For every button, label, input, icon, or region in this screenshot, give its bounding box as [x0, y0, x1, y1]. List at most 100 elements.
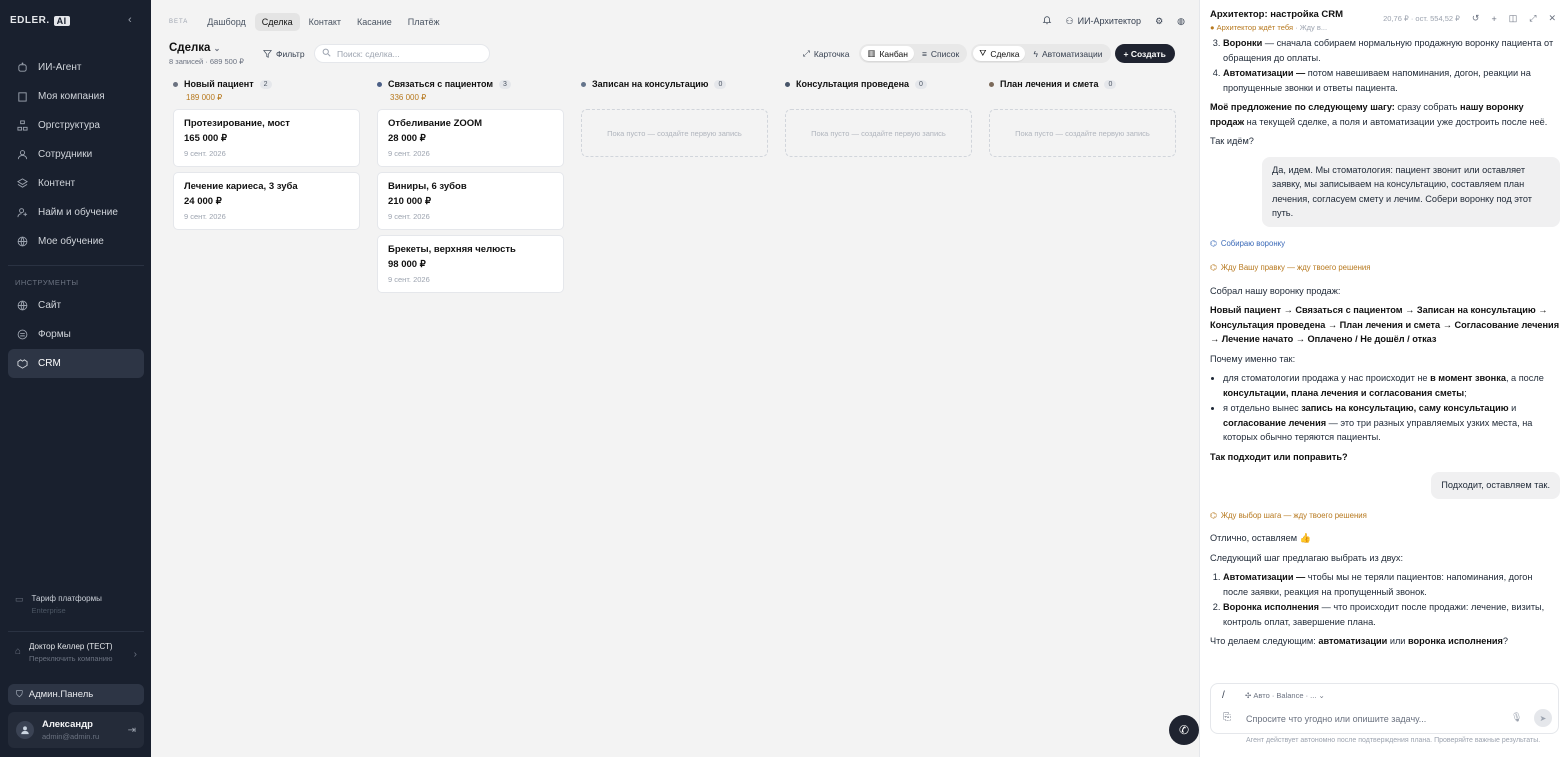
- assistant-message: Моё предложение по следующему шагу: сраз…: [1210, 100, 1560, 129]
- kanban-column: Новый пациент 2 189 000 ₽ Протезирование,…: [173, 78, 360, 293]
- column-header[interactable]: Записан на консультацию 0: [581, 78, 768, 90]
- nav-item-employees[interactable]: Сотрудники: [8, 140, 144, 169]
- split-view-icon[interactable]: ◫: [1509, 13, 1518, 24]
- column-dot: [989, 81, 994, 87]
- attach-icon[interactable]: ⎘: [1223, 712, 1231, 723]
- deal-card[interactable]: Виниры, 6 зубов 210 000 ₽ 9 сент. 2026: [377, 172, 564, 230]
- phone-button[interactable]: ✆: [1169, 715, 1199, 745]
- expand-icon[interactable]: ⤢: [1529, 13, 1536, 24]
- item-text: — сначала собираем нормальную продажную …: [1223, 38, 1554, 63]
- admin-label: Админ.Панель: [28, 689, 94, 700]
- globe-icon: [16, 236, 28, 248]
- column-name: Новый пациент: [184, 79, 254, 89]
- slash-command-button[interactable]: /: [1222, 690, 1225, 701]
- kanban-view-button[interactable]: ▥ Канбан: [861, 46, 914, 61]
- deal-title: Лечение кариеса, 3 зуба: [184, 181, 298, 192]
- chevron-down-icon: ⌄: [1318, 691, 1325, 700]
- deal-title: Брекеты, верхняя челюсть: [388, 244, 516, 255]
- column-dot: [581, 81, 586, 87]
- nav-item-my-learning[interactable]: Мое обучение: [8, 227, 144, 256]
- company-switch-label: Переключить компанию: [29, 654, 113, 663]
- cost-remaining: ост. 554,52 ₽: [1415, 14, 1460, 23]
- column-header[interactable]: Связаться с пациентом 3: [377, 78, 564, 90]
- page-title[interactable]: Сделка ⌄: [169, 42, 244, 54]
- card-view-button[interactable]: ⤢ Карточка: [797, 44, 855, 63]
- palette-icon[interactable]: ◍: [1177, 16, 1185, 27]
- kanban-icon: ▥: [867, 48, 876, 58]
- item-bold: Воронки: [1223, 38, 1263, 48]
- user-profile[interactable]: Александр admin@admin.ru ⇥: [8, 712, 144, 748]
- tab-dashboard[interactable]: Дашборд: [200, 13, 253, 31]
- microphone-icon[interactable]: 🎙: [1511, 712, 1522, 723]
- column-header[interactable]: Консультация проведена 0: [785, 78, 972, 90]
- deal-card[interactable]: Брекеты, верхняя челюсть 98 000 ₽ 9 сент. …: [377, 235, 564, 293]
- tab-deal[interactable]: Сделка: [254, 13, 300, 31]
- chat-input[interactable]: Спросите что угодно или опишите задачу..…: [1246, 714, 1426, 724]
- nav-item-hiring[interactable]: Найм и обучение: [8, 198, 144, 227]
- nav-item-ai-agent[interactable]: ИИ-Агент: [8, 53, 144, 82]
- wait-icon: ⌬: [1210, 510, 1217, 520]
- collapse-sidebar-icon[interactable]: ‹: [128, 14, 132, 26]
- logo[interactable]: EDLER. AI: [10, 15, 70, 26]
- globe-icon: [16, 300, 28, 312]
- crm-icon: [16, 358, 28, 370]
- b: Воронка исполнения: [1223, 602, 1320, 612]
- plus-icon[interactable]: +: [1491, 14, 1496, 24]
- nav-item-site[interactable]: Сайт: [8, 291, 144, 320]
- search-icon: [322, 48, 331, 59]
- user-message: Подходит, оставляем так.: [1431, 472, 1560, 499]
- company-switcher[interactable]: ⌂ Доктор Келлер (ТЕСТ) Переключить компа…: [15, 642, 137, 663]
- model-selector[interactable]: ✣ Авто · Balance · ... ⌄: [1245, 691, 1325, 700]
- nav-item-forms[interactable]: Формы: [8, 320, 144, 349]
- deal-mode-button[interactable]: ⛛ Сделка: [973, 46, 1026, 61]
- empty-column-placeholder[interactable]: Пока пусто — создайте первую запись: [581, 109, 768, 157]
- status-suffix: · Жду в...: [1295, 23, 1328, 32]
- empty-column-placeholder[interactable]: Пока пусто — создайте первую запись: [989, 109, 1176, 157]
- pipeline-text: Новый пациент → Связаться с пациентом → …: [1210, 303, 1560, 347]
- tab-payment[interactable]: Платёж: [401, 13, 447, 31]
- logout-icon[interactable]: ⇥: [128, 725, 136, 736]
- deal-amount: 98 000 ₽: [388, 259, 426, 270]
- assistant-message: Отлично, оставляем 👍: [1210, 533, 1312, 543]
- t: , а после: [1505, 373, 1544, 383]
- nav-item-content[interactable]: Контент: [8, 169, 144, 198]
- column-count: 0: [714, 79, 727, 89]
- search-input[interactable]: Поиск: сделка...: [314, 44, 490, 63]
- history-icon[interactable]: ↺: [1472, 13, 1480, 24]
- list-item: Автоматизации — потом навешиваем напомин…: [1223, 66, 1560, 95]
- send-button[interactable]: ➤: [1534, 709, 1552, 727]
- column-header[interactable]: Новый пациент 2: [173, 78, 360, 90]
- empty-column-placeholder[interactable]: Пока пусто — создайте первую запись: [785, 109, 972, 157]
- deal-date: 9 сент. 2026: [388, 212, 430, 221]
- plan-value: Enterprise: [31, 606, 66, 615]
- column-header[interactable]: План лечения и смета 0: [989, 78, 1176, 90]
- list-view-button[interactable]: ≡ Список: [916, 46, 965, 61]
- deal-card[interactable]: Протезирование, мост 165 000 ₽ 9 сент. 202…: [173, 109, 360, 167]
- page-title-text: Сделка: [169, 42, 211, 54]
- deal-card[interactable]: Лечение кариеса, 3 зуба 24 000 ₽ 9 сент. 2…: [173, 172, 360, 230]
- ai-architect-button[interactable]: ⚇ ИИ-Архитектор: [1066, 16, 1142, 27]
- filter-button[interactable]: Фильтр: [259, 46, 309, 62]
- gear-icon[interactable]: ⚙: [1155, 16, 1163, 27]
- deal-date: 9 сент. 2026: [184, 212, 226, 221]
- list-icon: ≡: [921, 48, 927, 59]
- column-count: 2: [259, 79, 272, 89]
- deal-amount: 28 000 ₽: [388, 133, 426, 144]
- nav-item-my-company[interactable]: Моя компания: [8, 82, 144, 111]
- nav-item-crm[interactable]: CRM: [8, 349, 144, 378]
- tab-contact[interactable]: Контакт: [302, 13, 348, 31]
- deal-card[interactable]: Отбеливание ZOOM 28 000 ₽ 9 сент. 2026: [377, 109, 564, 167]
- assistant-list: Воронки — сначала собираем нормальную пр…: [1210, 36, 1560, 95]
- list-item: для стоматологии продажа у нас происходи…: [1223, 371, 1560, 400]
- close-icon[interactable]: ✕: [1548, 13, 1556, 24]
- admin-panel-button[interactable]: ⛉ Админ.Панель: [8, 684, 144, 705]
- b: воронка исполнения: [1408, 636, 1503, 646]
- tab-touch[interactable]: Касание: [350, 13, 399, 31]
- automations-button[interactable]: ϟ Автоматизации: [1027, 46, 1108, 61]
- status-text: Архитектор ждёт тебя: [1216, 23, 1294, 32]
- deal-title: Отбеливание ZOOM: [388, 118, 483, 129]
- bell-icon[interactable]: [1042, 15, 1052, 27]
- platform-plan[interactable]: ▭ Тариф платформы Enterprise: [15, 594, 102, 615]
- create-button[interactable]: + Создать: [1114, 44, 1175, 63]
- nav-item-org[interactable]: Оргструктура: [8, 111, 144, 140]
